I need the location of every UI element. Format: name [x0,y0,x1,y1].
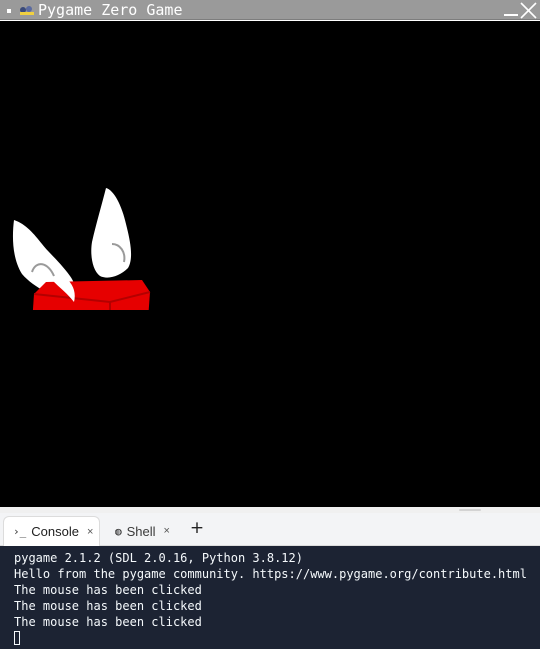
window-titlebar[interactable]: Pygame Zero Game [0,0,540,20]
minimize-icon [504,14,518,16]
tab-shell[interactable]: ◍ Shell × [106,516,180,546]
console-prompt-icon: ›_ [13,525,27,538]
console-line: Hello from the pygame community. https:/… [14,567,527,581]
shell-icon: ◍ [115,524,122,538]
flying-brick-sprite[interactable] [8,184,156,310]
tab-console-close-icon[interactable]: × [87,526,93,538]
console-output[interactable]: pygame 2.1.2 (SDL 2.0.16, Python 3.8.12)… [0,546,540,649]
console-line: The mouse has been clicked [14,599,202,613]
console-cursor[interactable] [14,631,20,645]
pygame-app-icon [20,6,34,15]
console-line: The mouse has been clicked [14,583,202,597]
window-title: Pygame Zero Game [38,1,183,19]
tab-console[interactable]: ›_ Console × [3,516,100,546]
close-icon[interactable] [520,2,537,19]
resize-grip-icon[interactable] [459,509,481,511]
tab-shell-close-icon[interactable]: × [164,525,170,537]
tab-shell-label: Shell [126,523,156,539]
tab-console-label: Console [31,524,79,539]
console-line: The mouse has been clicked [14,615,202,629]
right-wing [91,188,132,278]
console-line: pygame 2.1.2 (SDL 2.0.16, Python 3.8.12) [14,551,303,565]
minimize-button[interactable] [503,1,519,19]
game-canvas[interactable] [0,21,540,507]
panel-tabbar: ›_ Console × ◍ Shell × [0,513,540,546]
window-menu-icon[interactable] [7,9,11,13]
add-tab-button[interactable]: + [189,519,205,537]
